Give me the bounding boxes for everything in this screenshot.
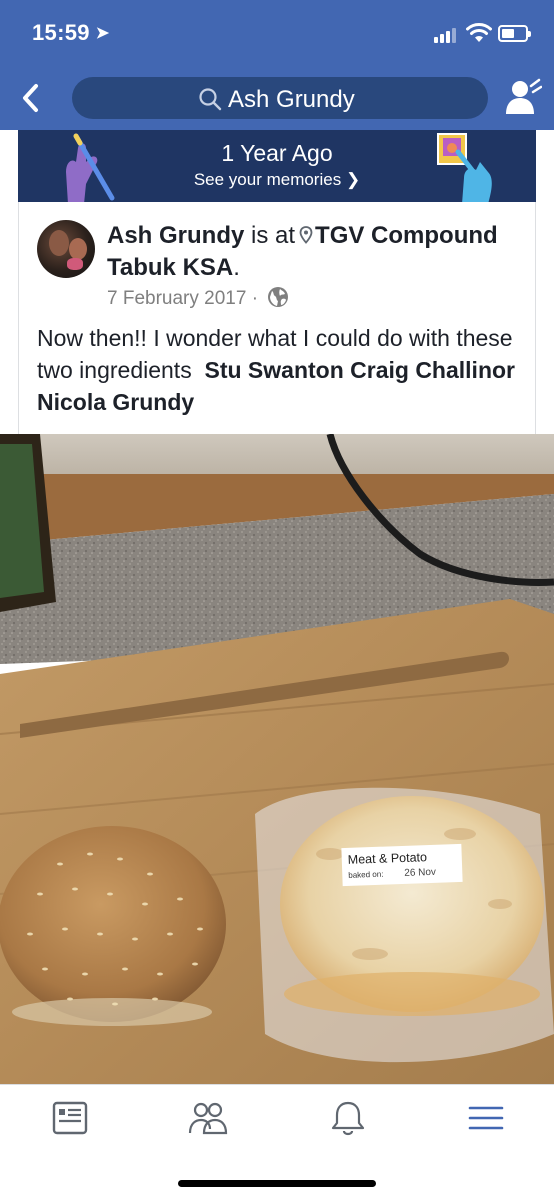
globe-icon bbox=[268, 287, 289, 307]
photo-label-baked: baked on: bbox=[348, 870, 383, 880]
status-time: 15:59 ➤ bbox=[32, 20, 110, 46]
post-card: Ash Grundy is at TGV Compound Tabuk KSA. … bbox=[18, 202, 536, 434]
photo-label-title: Meat & Potato bbox=[348, 850, 428, 867]
post-date[interactable]: 7 February 2017 bbox=[107, 288, 246, 309]
location-arrow-icon: ➤ bbox=[95, 25, 110, 42]
news-feed-icon[interactable] bbox=[48, 1099, 92, 1139]
meta-separator: · bbox=[251, 288, 259, 309]
friends-icon[interactable] bbox=[186, 1099, 230, 1139]
author-name[interactable]: Ash Grundy bbox=[107, 222, 244, 249]
back-chevron-icon[interactable] bbox=[16, 80, 48, 116]
wifi-icon bbox=[466, 23, 492, 42]
friend-requests-icon[interactable] bbox=[504, 78, 542, 116]
cellular-signal-icon bbox=[434, 27, 460, 43]
location-pin-icon bbox=[299, 226, 313, 244]
search-bar[interactable]: Ash Grundy bbox=[72, 77, 488, 119]
post-photo[interactable]: Meat & Potato baked on: 26 Nov bbox=[0, 434, 554, 1084]
chevron-right-icon: ❯ bbox=[345, 170, 361, 189]
menu-icon[interactable] bbox=[464, 1099, 508, 1139]
status-time-text: 15:59 bbox=[32, 20, 90, 45]
post-text: Now then!! I wonder what I could do with… bbox=[37, 322, 521, 418]
search-icon bbox=[199, 88, 222, 111]
post-header: Ash Grundy is at TGV Compound Tabuk KSA. bbox=[107, 222, 498, 281]
home-indicator[interactable] bbox=[178, 1180, 376, 1187]
memories-banner[interactable]: 1 Year Ago See your memories ❯ bbox=[18, 130, 536, 202]
search-query[interactable]: Ash Grundy bbox=[228, 86, 355, 114]
hand-with-photo-icon bbox=[437, 133, 492, 202]
memories-subtitle-text: See your memories bbox=[193, 170, 342, 189]
notifications-icon[interactable] bbox=[326, 1099, 370, 1139]
avatar[interactable] bbox=[37, 220, 95, 278]
top-bar: 15:59 ➤ Ash Grundy bbox=[0, 0, 554, 130]
battery-icon bbox=[498, 25, 531, 42]
photo-label-date: 26 Nov bbox=[404, 867, 436, 879]
is-at-text: is at bbox=[251, 222, 296, 249]
post-meta: 7 February 2017 · bbox=[107, 286, 289, 310]
